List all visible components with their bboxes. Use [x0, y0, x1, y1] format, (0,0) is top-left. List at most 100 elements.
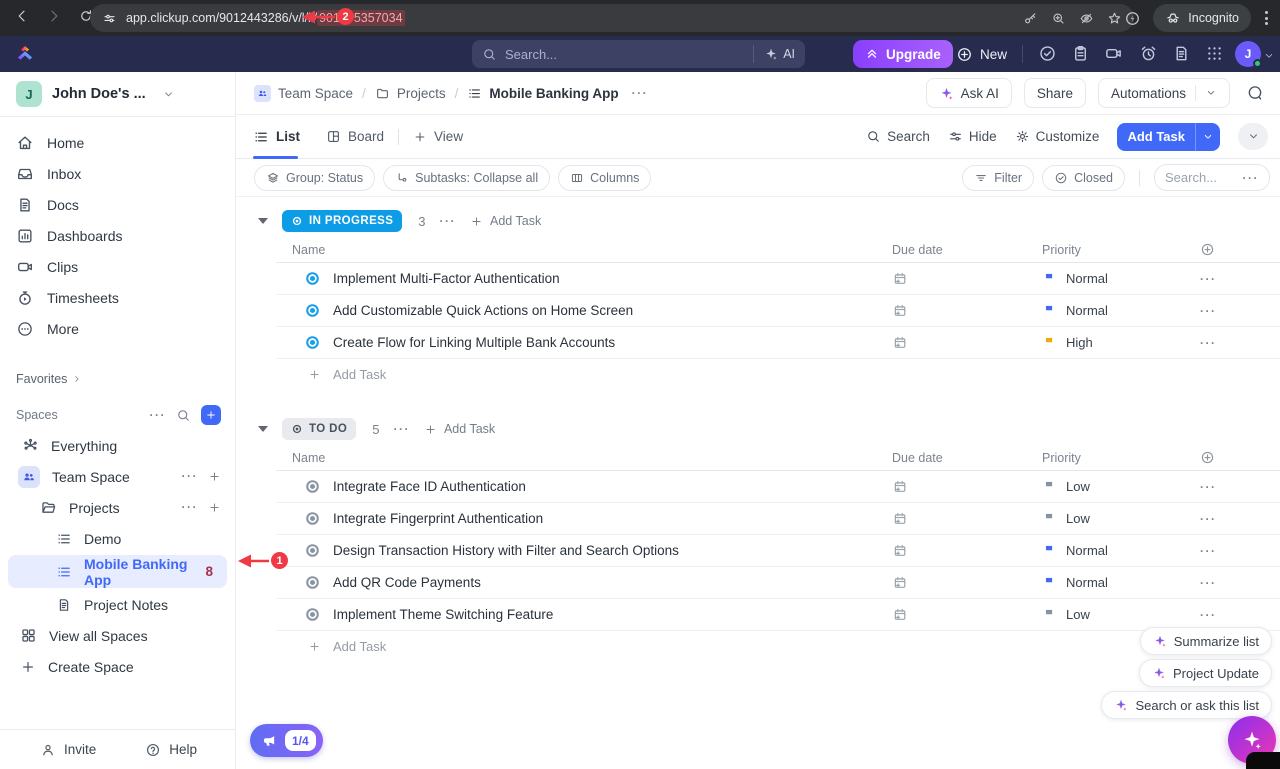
task-status-icon[interactable] — [304, 542, 321, 559]
task-priority[interactable]: Low — [1042, 511, 1200, 526]
task-status-icon[interactable] — [304, 270, 321, 287]
task-menu-icon[interactable]: ··· — [1200, 609, 1217, 621]
task-row[interactable]: Add QR Code Payments Normal ··· — [276, 567, 1280, 599]
task-status-icon[interactable] — [304, 510, 321, 527]
column-priority[interactable]: Priority — [1042, 451, 1200, 465]
set-due-date-button[interactable] — [892, 303, 1042, 319]
task-status-icon[interactable] — [304, 606, 321, 623]
task-priority[interactable]: Normal — [1042, 543, 1200, 558]
add-task-dropdown-icon[interactable] — [1196, 123, 1220, 151]
list-options-icon[interactable]: ··· — [632, 87, 649, 99]
browser-forward-icon[interactable] — [46, 8, 62, 24]
task-row[interactable]: Implement Multi-Factor Authentication No… — [276, 263, 1280, 295]
task-priority[interactable]: Low — [1042, 607, 1200, 622]
task-priority[interactable]: Normal — [1042, 271, 1200, 286]
new-button[interactable]: New — [948, 40, 1015, 68]
space-menu-icon[interactable]: ··· — [182, 470, 199, 483]
add-task-row[interactable]: Add Task — [276, 631, 1280, 661]
help-button[interactable]: Help — [145, 742, 197, 758]
task-name[interactable]: Add QR Code Payments — [333, 575, 481, 590]
onboarding-progress-pill[interactable]: 1/4 — [250, 724, 323, 757]
sidebar-item-more[interactable]: More — [0, 313, 235, 344]
extension-icon[interactable] — [1124, 10, 1141, 27]
breadcrumb-projects[interactable]: Projects — [397, 86, 446, 101]
folder-menu-icon[interactable]: ··· — [182, 501, 199, 514]
sidebar-item-create-space[interactable]: Create Space — [0, 651, 235, 682]
comments-icon[interactable] — [1246, 84, 1264, 102]
task-row[interactable]: Create Flow for Linking Multiple Bank Ac… — [276, 327, 1280, 359]
tab-list[interactable]: List — [253, 129, 300, 145]
ask-ai-button[interactable]: Ask AI — [926, 78, 1012, 108]
upgrade-button[interactable]: Upgrade — [853, 40, 953, 68]
closed-pill[interactable]: Closed — [1042, 165, 1125, 191]
task-menu-icon[interactable]: ··· — [1200, 481, 1217, 493]
todo-check-icon[interactable] — [1038, 44, 1057, 63]
filter-pill[interactable]: Filter — [962, 165, 1034, 191]
task-row[interactable]: Implement Theme Switching Feature Low ··… — [276, 599, 1280, 631]
task-row[interactable]: Design Transaction History with Filter a… — [276, 535, 1280, 567]
add-task-button[interactable]: Add Task — [1117, 123, 1220, 151]
sidebar-item-demo-list[interactable]: Demo — [0, 523, 235, 554]
column-due-date[interactable]: Due date — [892, 451, 1042, 465]
status-badge-to-do[interactable]: TO DO — [282, 418, 356, 440]
spaces-search-icon[interactable] — [176, 408, 191, 423]
set-due-date-button[interactable] — [892, 271, 1042, 287]
add-task-row[interactable]: Add Task — [276, 359, 1280, 389]
task-row[interactable]: Add Customizable Quick Actions on Home S… — [276, 295, 1280, 327]
ai-search-button[interactable]: AI — [753, 45, 795, 63]
task-menu-icon[interactable]: ··· — [1200, 577, 1217, 589]
sidebar-item-timesheets[interactable]: Timesheets — [0, 282, 235, 313]
add-space-button[interactable] — [201, 405, 221, 425]
hide-eye-icon[interactable] — [1079, 11, 1094, 26]
task-name[interactable]: Implement Theme Switching Feature — [333, 607, 553, 622]
task-menu-icon[interactable]: ··· — [1200, 273, 1217, 285]
task-name[interactable]: Integrate Face ID Authentication — [333, 479, 526, 494]
sidebar-item-home[interactable]: Home — [0, 127, 235, 158]
search-or-ask-button[interactable]: Search or ask this list — [1101, 691, 1272, 719]
bookmark-star-icon[interactable] — [1107, 11, 1122, 26]
set-due-date-button[interactable] — [892, 479, 1042, 495]
browser-back-icon[interactable] — [14, 8, 30, 24]
workspace-switcher[interactable]: J John Doe's ... — [0, 72, 235, 117]
column-priority[interactable]: Priority — [1042, 243, 1200, 257]
clickup-logo[interactable] — [14, 43, 36, 65]
sidebar-item-everything[interactable]: Everything — [0, 430, 235, 461]
zoom-page-icon[interactable] — [1051, 11, 1066, 26]
group-add-task-button[interactable]: Add Task — [470, 214, 541, 228]
task-priority[interactable]: Normal — [1042, 575, 1200, 590]
task-priority[interactable]: Low — [1042, 479, 1200, 494]
set-due-date-button[interactable] — [892, 335, 1042, 351]
task-status-icon[interactable] — [304, 574, 321, 591]
collapse-group-icon[interactable] — [258, 218, 268, 224]
hide-button[interactable]: Hide — [948, 129, 997, 144]
spaces-menu-icon[interactable]: ··· — [150, 409, 167, 421]
status-badge-in-progress[interactable]: IN PROGRESS — [282, 210, 402, 232]
group-menu-icon[interactable]: ··· — [440, 215, 457, 227]
summarize-list-button[interactable]: Summarize list — [1140, 627, 1272, 655]
tab-board[interactable]: Board — [326, 129, 384, 144]
set-due-date-button[interactable] — [892, 543, 1042, 559]
favorites-section[interactable]: Favorites — [0, 366, 235, 392]
share-button[interactable]: Share — [1024, 78, 1086, 108]
task-name[interactable]: Create Flow for Linking Multiple Bank Ac… — [333, 335, 615, 350]
task-menu-icon[interactable]: ··· — [1200, 337, 1217, 349]
clip-record-icon[interactable] — [1104, 44, 1123, 63]
sidebar-item-team-space[interactable]: Team Space ··· — [0, 461, 235, 492]
set-due-date-button[interactable] — [892, 511, 1042, 527]
add-column-icon[interactable] — [1200, 242, 1280, 257]
task-status-icon[interactable] — [304, 302, 321, 319]
breadcrumb-current-list[interactable]: Mobile Banking App — [489, 86, 618, 101]
doc-icon[interactable] — [1172, 44, 1191, 63]
search-tasks-button[interactable]: Search — [866, 129, 930, 144]
site-settings-icon[interactable] — [102, 11, 117, 26]
sidebar-item-clips[interactable]: Clips — [0, 251, 235, 282]
password-key-icon[interactable] — [1023, 11, 1038, 26]
task-name[interactable]: Add Customizable Quick Actions on Home S… — [333, 303, 633, 318]
task-menu-icon[interactable]: ··· — [1200, 305, 1217, 317]
sidebar-item-mobile-banking-app[interactable]: Mobile Banking App 8 — [8, 555, 227, 588]
apps-grid-icon[interactable] — [1205, 44, 1224, 63]
sidebar-item-view-all-spaces[interactable]: View all Spaces — [0, 620, 235, 651]
customize-button[interactable]: Customize — [1015, 129, 1100, 144]
column-name[interactable]: Name — [276, 243, 892, 257]
set-due-date-button[interactable] — [892, 607, 1042, 623]
